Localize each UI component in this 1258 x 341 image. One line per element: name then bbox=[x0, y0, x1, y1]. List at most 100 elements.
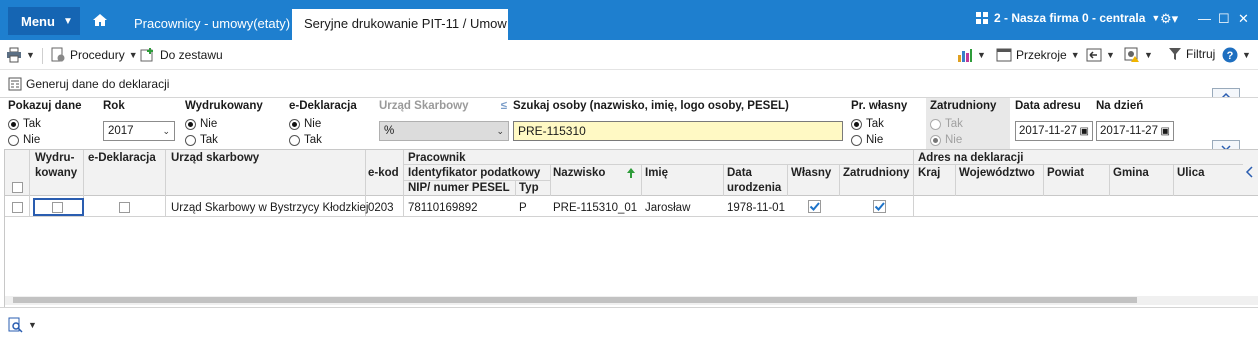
cell-type[interactable]: P bbox=[519, 202, 527, 214]
radio-own-no[interactable]: Nie bbox=[851, 132, 921, 148]
filter-as-of-date: Na dzień 2017-11-27 ▣ bbox=[1092, 98, 1176, 150]
filter-search-person: Szukaj osoby (nazwisko, imię, logo osoby… bbox=[509, 98, 847, 150]
search-person-input[interactable]: PRE-115310 bbox=[513, 121, 843, 141]
home-icon[interactable] bbox=[92, 12, 108, 28]
col-county-header[interactable]: Powiat bbox=[1047, 167, 1084, 179]
cell-name[interactable]: Jarosław bbox=[645, 202, 690, 214]
filter-address-date: Data adresu 2017-11-27 ▣ bbox=[1011, 98, 1095, 150]
radio-employed-no[interactable]: Nie bbox=[930, 132, 1006, 148]
title-bar: Menu ▼ Pracownicy - umowy(etaty) Seryjne… bbox=[0, 0, 1258, 40]
cross-sections-button[interactable]: Przekroje ▼ bbox=[996, 47, 1080, 63]
row-own-checkbox[interactable] bbox=[808, 200, 821, 213]
cell-ekod[interactable]: 0203 bbox=[368, 202, 394, 214]
col-street-header[interactable]: Ulica bbox=[1177, 167, 1205, 179]
scroll-left-icon[interactable] bbox=[1245, 166, 1255, 178]
radio-show-data-yes[interactable]: Tak bbox=[8, 116, 92, 132]
address-date-input[interactable]: 2017-11-27 ▣ bbox=[1015, 121, 1093, 141]
print-button[interactable]: ▼ bbox=[6, 47, 35, 63]
filter-button[interactable]: Filtruj bbox=[1168, 47, 1215, 61]
scrollbar-thumb[interactable] bbox=[13, 297, 1137, 303]
menu-label: Menu bbox=[21, 13, 55, 29]
row-employed-checkbox[interactable] bbox=[873, 200, 886, 213]
col-edecl-header[interactable]: e-Deklaracja bbox=[88, 152, 156, 164]
radio-edecl-yes[interactable]: Tak bbox=[289, 132, 369, 148]
radio-employed-yes[interactable]: Tak bbox=[930, 116, 1006, 132]
cell-birth[interactable]: 1978-11-01 bbox=[727, 202, 785, 214]
col-printed-header[interactable]: Wydru- bbox=[35, 152, 74, 164]
add-to-set-button[interactable]: Do zestawu bbox=[140, 47, 223, 63]
radio-printed-yes[interactable]: Tak bbox=[185, 132, 279, 148]
col-printed-header-line2: kowany bbox=[35, 167, 78, 179]
col-surname-header[interactable]: Nazwisko bbox=[553, 167, 605, 179]
chevron-down-icon: ▼ bbox=[26, 50, 35, 60]
col-voivodeship-header[interactable]: Województwo bbox=[959, 167, 1035, 179]
svg-text:?: ? bbox=[1227, 50, 1234, 62]
year-select[interactable]: 2017 ⌄ bbox=[103, 121, 175, 141]
filter-own-employee: Pr. własny Tak Nie bbox=[847, 98, 925, 150]
tax-office-select[interactable]: % ⌄ bbox=[379, 121, 509, 141]
col-type-header[interactable]: Typ bbox=[519, 182, 539, 194]
gear-icon[interactable]: ⚙▾ bbox=[1160, 11, 1178, 27]
row-select-checkbox[interactable] bbox=[12, 202, 23, 213]
filter-show-data: Pokazuj dane Tak Nie bbox=[4, 98, 96, 150]
cell-surname[interactable]: PRE-115310_01 bbox=[553, 202, 637, 214]
chevron-down-icon: ▼ bbox=[128, 50, 138, 60]
horizontal-scrollbar[interactable] bbox=[5, 296, 1258, 305]
filter-year: Rok 2017 ⌄ bbox=[99, 98, 179, 150]
preview-search-icon bbox=[8, 317, 23, 333]
help-button[interactable]: ? ▼ bbox=[1222, 47, 1251, 63]
tab-employees-contracts[interactable]: Pracownicy - umowy(etaty) bbox=[122, 9, 302, 40]
calculator-icon bbox=[8, 77, 22, 91]
col-employed-header[interactable]: Zatrudniony bbox=[843, 167, 909, 179]
col-birth-header[interactable]: Data bbox=[727, 167, 752, 179]
procedures-icon bbox=[51, 47, 65, 62]
filter-options-icon: ≤ bbox=[500, 100, 507, 112]
menu-button[interactable]: Menu ▼ bbox=[8, 7, 80, 35]
settings-warning-button[interactable]: ▼ bbox=[1124, 47, 1153, 63]
as-of-date-input[interactable]: 2017-11-27 ▣ bbox=[1096, 121, 1174, 141]
radio-printed-no[interactable]: Nie bbox=[185, 116, 279, 132]
select-all-checkbox[interactable] bbox=[12, 182, 23, 193]
add-to-set-icon bbox=[140, 48, 153, 62]
chevron-down-icon: ▼ bbox=[28, 320, 37, 330]
maximize-icon[interactable]: ☐ bbox=[1218, 11, 1230, 27]
chevron-down-icon: ▼ bbox=[1144, 50, 1153, 60]
printer-icon bbox=[7, 47, 21, 63]
sort-ascending-icon[interactable] bbox=[625, 167, 637, 179]
generate-row: Generuj dane do deklaracji bbox=[0, 72, 1258, 99]
settings-warning-icon bbox=[1124, 47, 1139, 62]
radio-show-data-no[interactable]: Nie bbox=[8, 132, 92, 148]
col-ekod-header[interactable]: e-kod bbox=[368, 167, 399, 179]
col-name-header[interactable]: Imię bbox=[645, 167, 668, 179]
chevron-down-icon: ▼ bbox=[1070, 50, 1080, 60]
chevron-down-icon: ▼ bbox=[977, 50, 986, 60]
cell-office[interactable]: Urząd Skarbowy w Bystrzycy Kłodzkiej bbox=[171, 202, 368, 214]
row-printed-checkbox[interactable] bbox=[52, 202, 63, 213]
generate-declarations-button[interactable]: Generuj dane do deklaracji bbox=[8, 77, 169, 91]
layout-button[interactable]: ▼ bbox=[1086, 47, 1115, 63]
procedures-button[interactable]: Procedury ▼ bbox=[50, 47, 138, 63]
cell-nip[interactable]: 78110169892 bbox=[408, 202, 478, 214]
preview-button[interactable]: ▼ bbox=[8, 317, 37, 333]
radio-edecl-no[interactable]: Nie bbox=[289, 116, 369, 132]
minimize-icon[interactable]: — bbox=[1198, 11, 1211, 26]
filter-employed: Zatrudniony Tak Nie bbox=[926, 98, 1010, 150]
col-commune-header[interactable]: Gmina bbox=[1113, 167, 1149, 179]
cross-sections-icon bbox=[996, 48, 1012, 62]
chart-button[interactable]: ▼ bbox=[957, 47, 986, 63]
chevron-down-icon: ▼ bbox=[1151, 13, 1161, 23]
radio-own-yes[interactable]: Tak bbox=[851, 116, 921, 132]
calendar-icon: ▣ bbox=[1079, 125, 1089, 137]
col-country-header[interactable]: Kraj bbox=[918, 167, 940, 179]
company-selector[interactable]: 2 - Nasza firma 0 - centrala ▼ bbox=[976, 11, 1160, 25]
col-taxid-header: Identyfikator podatkowy bbox=[408, 167, 541, 179]
row-edecl-checkbox[interactable] bbox=[119, 202, 130, 213]
tab-serial-printing[interactable]: Seryjne drukowanie PIT-11 / Umow bbox=[292, 9, 508, 40]
chevron-down-icon: ▼ bbox=[1106, 50, 1115, 60]
close-icon[interactable]: ✕ bbox=[1238, 11, 1249, 27]
col-nip-header[interactable]: NIP/ numer PESEL bbox=[408, 182, 510, 194]
col-office-header[interactable]: Urząd skarbowy bbox=[171, 152, 259, 164]
help-icon: ? bbox=[1222, 47, 1238, 63]
grid-apps-icon bbox=[976, 12, 988, 24]
col-own-header[interactable]: Własny bbox=[791, 167, 831, 179]
